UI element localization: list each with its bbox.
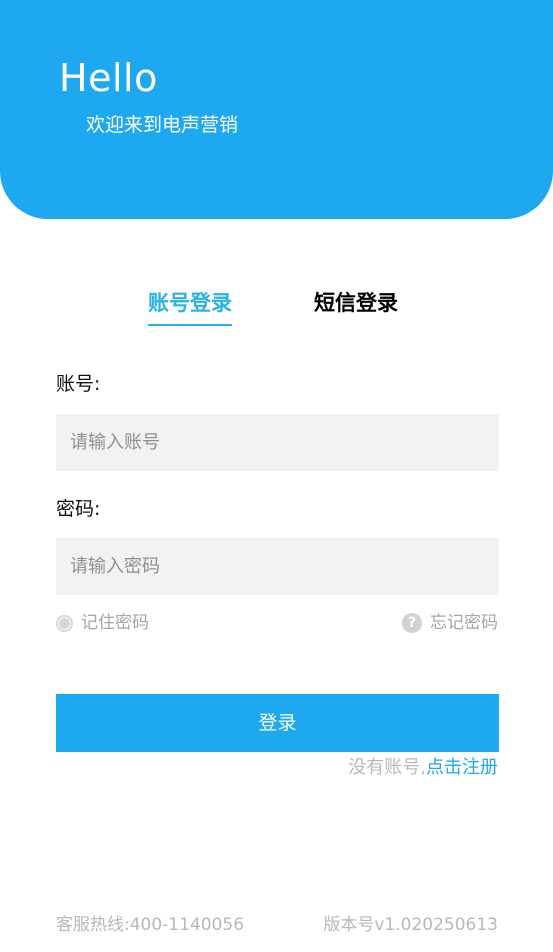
tab-account-login[interactable]: 账号登录 bbox=[148, 289, 232, 326]
register-prompt-row: 没有账号,点击注册 bbox=[348, 756, 498, 780]
password-label: 密码: bbox=[56, 498, 101, 520]
active-tab-underline bbox=[148, 324, 232, 326]
radio-dot bbox=[59, 617, 70, 629]
tab-sms-login-label: 短信登录 bbox=[314, 291, 398, 315]
register-link[interactable]: 点击注册 bbox=[426, 757, 498, 778]
register-prompt-text: 没有账号, bbox=[348, 757, 426, 778]
password-input[interactable] bbox=[56, 538, 499, 595]
header-banner: Hello 欢迎来到电声营销 bbox=[0, 0, 553, 219]
remember-password-toggle[interactable]: 记住密码 bbox=[56, 611, 149, 635]
remember-password-label: 记住密码 bbox=[81, 613, 149, 633]
forgot-password-link[interactable]: ? 忘记密码 bbox=[402, 611, 498, 635]
tab-sms-login[interactable]: 短信登录 bbox=[314, 289, 398, 317]
login-button[interactable]: 登录 bbox=[56, 694, 499, 752]
tab-account-login-label: 账号登录 bbox=[148, 291, 232, 315]
greeting-title: Hello bbox=[59, 56, 158, 100]
customer-hotline: 客服热线:400-1140056 bbox=[56, 915, 245, 935]
app-version: 版本号v1.020250613 bbox=[323, 915, 498, 935]
question-circle-icon: ? bbox=[402, 613, 422, 633]
radio-unchecked-icon bbox=[56, 614, 73, 632]
welcome-subtitle: 欢迎来到电声营销 bbox=[86, 114, 239, 136]
forgot-password-label: 忘记密码 bbox=[430, 613, 498, 633]
account-input[interactable] bbox=[56, 414, 499, 471]
account-label: 账号: bbox=[56, 373, 101, 395]
